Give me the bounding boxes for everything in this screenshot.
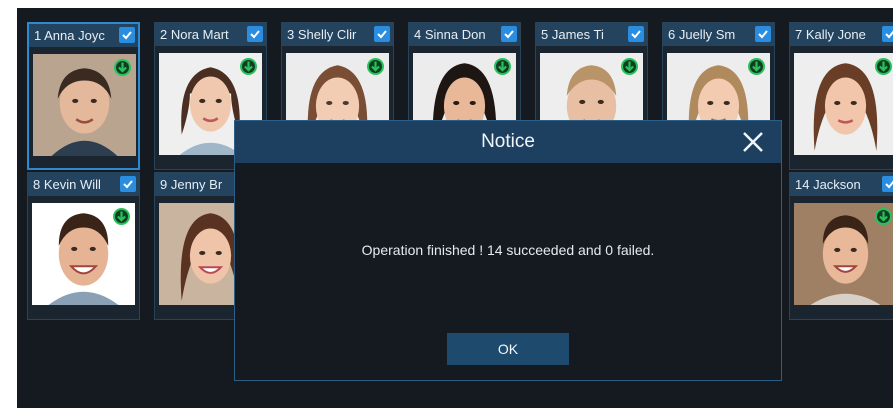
face-card-label: 6 Juelly Sm: [668, 27, 736, 42]
ok-button[interactable]: OK: [447, 333, 569, 365]
checkbox-checked-icon[interactable]: [501, 26, 517, 42]
checkbox-checked-icon[interactable]: [119, 27, 135, 43]
face-card-14[interactable]: 14 Jackson: [789, 172, 893, 320]
download-icon[interactable]: [240, 58, 257, 75]
face-card-label: 8 Kevin Will: [33, 177, 101, 192]
face-photo: [794, 53, 893, 155]
face-card-label: 14 Jackson: [795, 177, 861, 192]
dialog-header: Notice: [235, 121, 781, 163]
face-photo: [794, 203, 893, 305]
download-icon[interactable]: [748, 58, 765, 75]
checkbox-checked-icon[interactable]: [247, 26, 263, 42]
checkbox-checked-icon[interactable]: [628, 26, 644, 42]
face-card-1[interactable]: 1 Anna Joyc: [27, 22, 140, 170]
face-card-label: 7 Kally Jone: [795, 27, 866, 42]
face-database-panel: 1 Anna Joyc 2 Nora Mart 3 Shelly Clir 4 …: [17, 8, 893, 408]
face-card-label: 4 Sinna Don: [414, 27, 486, 42]
face-card-8[interactable]: 8 Kevin Will: [27, 172, 140, 320]
face-card-label: 1 Anna Joyc: [34, 28, 105, 43]
face-card-header: 14 Jackson: [790, 173, 893, 196]
face-card-header: 7 Kally Jone: [790, 23, 893, 46]
face-card-7[interactable]: 7 Kally Jone: [789, 22, 893, 170]
dialog-message: Operation finished ! 14 succeeded and 0 …: [361, 242, 655, 258]
checkbox-checked-icon[interactable]: [120, 176, 136, 192]
download-icon[interactable]: [494, 58, 511, 75]
download-icon[interactable]: [875, 208, 892, 225]
checkbox-checked-icon[interactable]: [882, 176, 893, 192]
download-icon[interactable]: [875, 58, 892, 75]
close-icon[interactable]: [741, 130, 765, 154]
face-card-label: 9 Jenny Br: [160, 177, 223, 192]
face-card-label: 2 Nora Mart: [160, 27, 229, 42]
download-icon[interactable]: [114, 59, 131, 76]
face-card-label: 3 Shelly Clir: [287, 27, 357, 42]
face-card-label: 5 James Ti: [541, 27, 604, 42]
checkbox-checked-icon[interactable]: [374, 26, 390, 42]
face-photo: [32, 203, 135, 305]
checkbox-checked-icon[interactable]: [882, 26, 893, 42]
dialog-title: Notice: [481, 131, 535, 152]
face-photo: [33, 54, 136, 156]
download-icon[interactable]: [621, 58, 638, 75]
checkbox-checked-icon[interactable]: [755, 26, 771, 42]
download-icon[interactable]: [367, 58, 384, 75]
download-icon[interactable]: [113, 208, 130, 225]
notice-dialog: Notice Operation finished ! 14 succeeded…: [234, 120, 782, 381]
